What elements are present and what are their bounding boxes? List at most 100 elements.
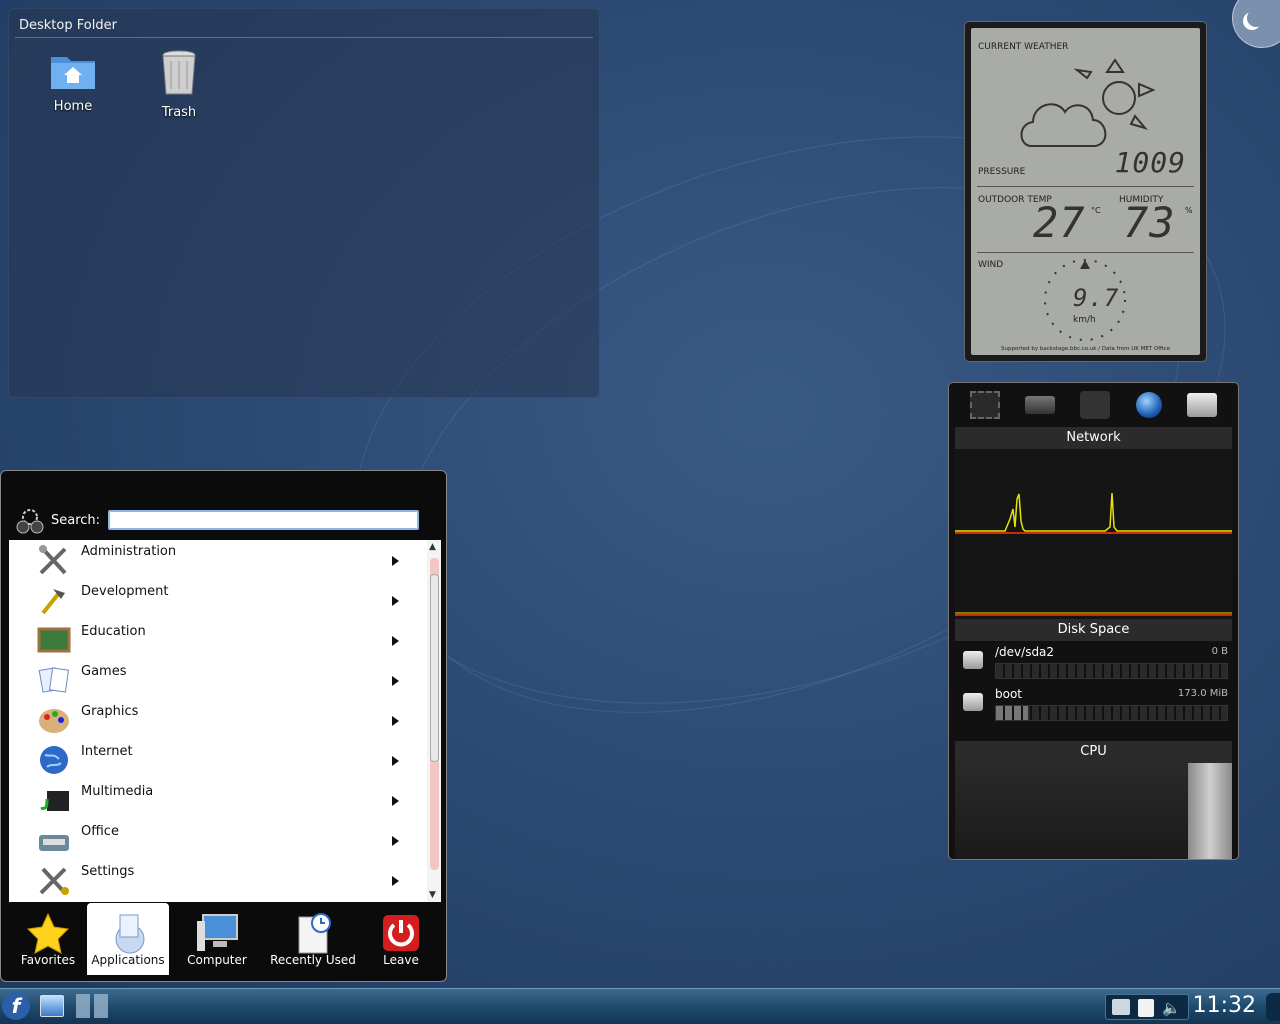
administration-icon bbox=[39, 545, 67, 575]
star-icon bbox=[26, 912, 70, 954]
category-education[interactable]: Education bbox=[9, 620, 427, 660]
show-desktop-icon[interactable] bbox=[40, 995, 64, 1017]
desktop-folder-title: Desktop Folder bbox=[19, 18, 117, 33]
kickoff-menu: Search: Administration Development Educa… bbox=[0, 470, 447, 982]
scrollbar-thumb[interactable] bbox=[430, 574, 439, 762]
category-settings[interactable]: Settings bbox=[9, 860, 427, 900]
pressure-label: PRESSURE bbox=[978, 167, 1026, 177]
desktop-icon-home[interactable]: Home bbox=[33, 49, 113, 114]
humidity-unit: % bbox=[1185, 206, 1193, 215]
category-label: Multimedia bbox=[81, 784, 154, 799]
cpu-chip-icon[interactable] bbox=[969, 391, 1000, 419]
graphics-icon bbox=[39, 709, 69, 733]
video-camera-icon[interactable] bbox=[1080, 391, 1111, 419]
disk-icon[interactable] bbox=[1187, 393, 1218, 417]
tab-label: Leave bbox=[383, 953, 419, 967]
category-label: Internet bbox=[81, 744, 133, 759]
moon-icon bbox=[1247, 9, 1265, 27]
category-administration[interactable]: Administration bbox=[9, 540, 427, 580]
desktop-icon-label: Trash bbox=[161, 105, 197, 120]
clipboard-tray-icon[interactable] bbox=[1138, 999, 1154, 1017]
weather-lcd: CURRENT WEATHER PRESSURE 1009 OUTDOOR TE… bbox=[971, 28, 1200, 355]
tab-label: Applications bbox=[91, 953, 165, 967]
submenu-arrow-icon bbox=[392, 596, 399, 606]
scroll-up-icon[interactable]: ▲ bbox=[429, 542, 436, 552]
submenu-arrow-icon bbox=[392, 876, 399, 886]
disk-size: 173.0 MiB bbox=[1177, 688, 1228, 699]
disk-row-boot: boot 173.0 MiB bbox=[955, 683, 1232, 725]
disk-icon bbox=[963, 693, 983, 711]
category-multimedia[interactable]: Multimedia bbox=[9, 780, 427, 820]
kickoff-tabs: Favorites Applications Computer Recently… bbox=[9, 903, 441, 975]
network-globe-icon[interactable] bbox=[1135, 392, 1162, 418]
disk-size: 0 B bbox=[1211, 646, 1228, 657]
search-input[interactable] bbox=[108, 510, 419, 530]
development-icon bbox=[41, 589, 65, 615]
network-tray-icon[interactable] bbox=[1112, 999, 1130, 1015]
category-label: Education bbox=[81, 624, 146, 639]
recently-used-icon bbox=[298, 913, 331, 954]
submenu-arrow-icon bbox=[392, 676, 399, 686]
disk-usage-fill bbox=[996, 706, 1029, 720]
tab-label: Favorites bbox=[20, 953, 76, 967]
pressure-value: 1009 bbox=[1114, 146, 1186, 179]
desktop-icon-trash[interactable]: Trash bbox=[139, 49, 219, 120]
disk-usage-bar bbox=[995, 663, 1228, 679]
network-title: Network bbox=[955, 427, 1232, 449]
temp-unit: °C bbox=[1091, 206, 1101, 215]
tab-recently-used[interactable]: Recently Used bbox=[265, 903, 361, 975]
tab-label: Computer bbox=[187, 953, 247, 967]
tab-favorites[interactable]: Favorites bbox=[9, 903, 87, 975]
category-development[interactable]: Development bbox=[9, 580, 427, 620]
outdoor-temp-value: 27 bbox=[1033, 198, 1086, 247]
category-internet[interactable]: Internet bbox=[9, 740, 427, 780]
system-tray: 🔈 bbox=[1105, 994, 1189, 1020]
cloud-sun-icon bbox=[1020, 58, 1155, 147]
desktop-folder-panel: Desktop Folder Home Trash bbox=[8, 8, 600, 398]
applications-list: Administration Development Education Gam… bbox=[9, 540, 441, 902]
clock[interactable]: 11:32 bbox=[1193, 993, 1256, 1018]
desktop-icon-label: Home bbox=[53, 99, 93, 114]
desktop-toolbox-button[interactable] bbox=[1232, 0, 1280, 48]
hard-drive-icon[interactable] bbox=[1025, 396, 1056, 414]
power-icon bbox=[383, 915, 419, 951]
disk-icon bbox=[963, 651, 983, 669]
category-games[interactable]: Games bbox=[9, 660, 427, 700]
cpu-title: CPU bbox=[955, 741, 1232, 763]
weather-divider bbox=[977, 252, 1194, 253]
humidity-value: 73 bbox=[1123, 198, 1176, 247]
settings-icon bbox=[39, 867, 69, 895]
weather-credit: Supported by backstage.bbc.co.uk / Data … bbox=[1001, 346, 1170, 352]
internet-icon bbox=[40, 746, 68, 774]
tab-computer[interactable]: Computer bbox=[169, 903, 265, 975]
submenu-arrow-icon bbox=[392, 756, 399, 766]
tab-leave[interactable]: Leave bbox=[361, 903, 441, 975]
home-folder-icon bbox=[51, 57, 95, 89]
disk-row-sda2: /dev/sda2 0 B bbox=[955, 641, 1232, 683]
category-label: Administration bbox=[81, 544, 177, 559]
monitor-tabs bbox=[949, 383, 1238, 427]
network-graph bbox=[955, 449, 1232, 619]
category-label: Settings bbox=[81, 864, 135, 879]
weather-widget: CURRENT WEATHER PRESSURE 1009 OUTDOOR TE… bbox=[964, 21, 1207, 362]
taskbar: f 🔈 11:32 bbox=[0, 988, 1280, 1024]
tab-applications[interactable]: Applications bbox=[87, 903, 169, 975]
office-icon bbox=[39, 835, 69, 851]
pager-icon[interactable] bbox=[76, 994, 108, 1018]
fedora-launcher-icon[interactable]: f bbox=[2, 992, 30, 1020]
education-icon bbox=[37, 627, 71, 653]
category-label: Development bbox=[81, 584, 169, 599]
submenu-arrow-icon bbox=[392, 556, 399, 566]
cpu-graph bbox=[955, 763, 1232, 859]
disk-name: boot bbox=[995, 687, 1023, 701]
category-label: Office bbox=[81, 824, 119, 839]
category-office[interactable]: Office bbox=[9, 820, 427, 860]
submenu-arrow-icon bbox=[392, 636, 399, 646]
category-graphics[interactable]: Graphics bbox=[9, 700, 427, 740]
volume-tray-icon[interactable]: 🔈 bbox=[1162, 999, 1181, 1017]
submenu-arrow-icon bbox=[392, 836, 399, 846]
weather-heading: CURRENT WEATHER bbox=[978, 42, 1069, 52]
panel-toolbox-button[interactable] bbox=[1266, 993, 1280, 1021]
scroll-down-icon[interactable]: ▼ bbox=[429, 890, 436, 900]
applications-scrollbar[interactable]: ▲ ▼ bbox=[427, 540, 441, 902]
